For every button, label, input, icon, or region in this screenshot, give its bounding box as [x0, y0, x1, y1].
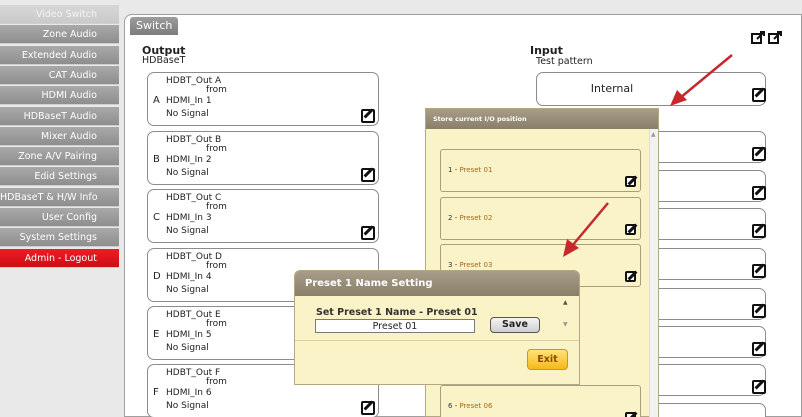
- edit-icon[interactable]: [361, 226, 375, 240]
- edit-icon[interactable]: [752, 264, 766, 278]
- scroll-up-icon[interactable]: ▲: [563, 299, 568, 306]
- preset-name-dialog: Preset 1 Name Setting Set Preset 1 Name …: [294, 270, 580, 385]
- edit-icon[interactable]: [625, 224, 636, 235]
- output-status: No Signal: [166, 168, 209, 178]
- preset-label: 2 - Preset 02: [448, 214, 492, 222]
- output-source: HDMI_In 3: [166, 213, 212, 223]
- output-status: No Signal: [166, 401, 209, 411]
- edit-icon[interactable]: [625, 412, 636, 417]
- preset-name: Preset 06: [459, 402, 493, 410]
- store-panel-title: Store current I/O position: [426, 109, 658, 129]
- sidebar-item-3[interactable]: CAT Audio: [0, 65, 119, 85]
- app-root: Video Switch Zone Audio Extended Audio CAT …: [0, 0, 802, 417]
- edit-icon[interactable]: [361, 109, 375, 123]
- sidebar-item-2[interactable]: Extended Audio: [0, 45, 119, 65]
- save-button[interactable]: Save: [490, 317, 540, 333]
- preset-slot[interactable]: 2 - Preset 02: [440, 197, 641, 240]
- scroll-up-icon[interactable]: ▲: [651, 132, 656, 138]
- output-source: HDMI_In 5: [166, 330, 212, 340]
- output-status: No Signal: [166, 343, 209, 353]
- edit-icon[interactable]: [752, 224, 766, 238]
- output-letter: B: [153, 154, 160, 165]
- preset-name: Preset 03: [459, 261, 493, 269]
- output-source: HDMI_In 1: [166, 96, 212, 106]
- sidebar-item-12[interactable]: Admin - Logout: [0, 248, 119, 268]
- exit-button[interactable]: Exit: [527, 349, 568, 370]
- output-from: from: [206, 85, 227, 95]
- edit-icon[interactable]: [752, 186, 766, 200]
- input-subtitle: Test pattern: [536, 56, 593, 67]
- store-scrollbar[interactable]: ▲: [649, 129, 658, 417]
- edit-icon[interactable]: [361, 401, 375, 415]
- edit-icon[interactable]: [752, 304, 766, 318]
- sidebar-item-1[interactable]: Zone Audio: [0, 25, 119, 45]
- output-from: from: [206, 202, 227, 212]
- dialog-caption: Set Preset 1 Name - Preset 01: [316, 307, 478, 318]
- popout-icon-left[interactable]: [751, 30, 766, 45]
- preset-name-input[interactable]: [315, 319, 475, 333]
- output-letter: A: [153, 95, 160, 106]
- input-value: Internal: [590, 82, 634, 95]
- edit-icon[interactable]: [752, 380, 766, 394]
- dialog-title: Preset 1 Name Setting: [295, 271, 579, 296]
- edit-icon[interactable]: [752, 147, 766, 161]
- output-status: No Signal: [166, 285, 209, 295]
- scroll-down-icon[interactable]: ▼: [563, 321, 568, 328]
- sidebar-item-4[interactable]: HDMI Audio: [0, 86, 119, 106]
- edit-icon[interactable]: [361, 168, 375, 182]
- edit-icon[interactable]: [752, 342, 766, 356]
- output-status: No Signal: [166, 226, 209, 236]
- dialog-divider: [295, 340, 579, 341]
- tab-switch[interactable]: Switch: [130, 17, 178, 35]
- preset-label: 6 - Preset 06: [448, 402, 492, 410]
- sidebar: Video Switch Zone Audio Extended Audio CAT …: [0, 0, 119, 417]
- dialog-scrollbar[interactable]: ▲ ▼: [561, 299, 574, 339]
- output-letter: F: [153, 387, 159, 398]
- edit-icon[interactable]: [625, 176, 636, 187]
- sidebar-item-9[interactable]: HDBaseT & H/W Info: [0, 187, 119, 207]
- sidebar-item-10[interactable]: User Config: [0, 208, 119, 227]
- sidebar-item-5[interactable]: HDBaseT Audio: [0, 106, 119, 126]
- output-source: HDMI_In 6: [166, 388, 212, 398]
- preset-slot[interactable]: 1 - Preset 01: [440, 149, 641, 192]
- sidebar-item-0[interactable]: Video Switch: [0, 5, 119, 24]
- preset-label: 3 - Preset 03: [448, 261, 492, 269]
- output-from: from: [206, 144, 227, 154]
- preset-label: 1 - Preset 01: [448, 166, 492, 174]
- sidebar-item-8[interactable]: Edid Settings: [0, 167, 119, 187]
- sidebar-item-11[interactable]: System Settings: [0, 228, 119, 248]
- output-subtitle: HDBaseT: [142, 55, 186, 66]
- preset-slot[interactable]: 6 - Preset 06: [440, 385, 641, 417]
- output-letter: D: [153, 271, 161, 282]
- preset-name: Preset 01: [459, 166, 493, 174]
- output-letter: E: [153, 329, 160, 340]
- output-source: HDMI_In 2: [166, 155, 212, 165]
- output-status: No Signal: [166, 109, 209, 119]
- output-from: from: [206, 261, 227, 271]
- output-from: from: [206, 377, 227, 387]
- preset-name: Preset 02: [459, 214, 493, 222]
- sidebar-item-7[interactable]: Zone A/V Pairing: [0, 147, 119, 167]
- sidebar-item-6[interactable]: Mixer Audio: [0, 126, 119, 146]
- popout-icon-right[interactable]: [768, 30, 783, 45]
- output-box[interactable]: B HDBT_Out Bfrom HDMI_In 2 No Signal: [147, 131, 379, 185]
- output-box[interactable]: C HDBT_Out Cfrom HDMI_In 3 No Signal: [147, 189, 379, 243]
- output-box[interactable]: A HDBT_Out Afrom HDMI_In 1 No Signal: [147, 72, 379, 126]
- edit-icon[interactable]: [625, 271, 636, 282]
- output-source: HDMI_In 4: [166, 272, 212, 282]
- input-select-a[interactable]: Internal: [536, 72, 766, 106]
- edit-icon[interactable]: [752, 88, 766, 102]
- output-letter: C: [153, 212, 160, 223]
- output-from: from: [206, 319, 227, 329]
